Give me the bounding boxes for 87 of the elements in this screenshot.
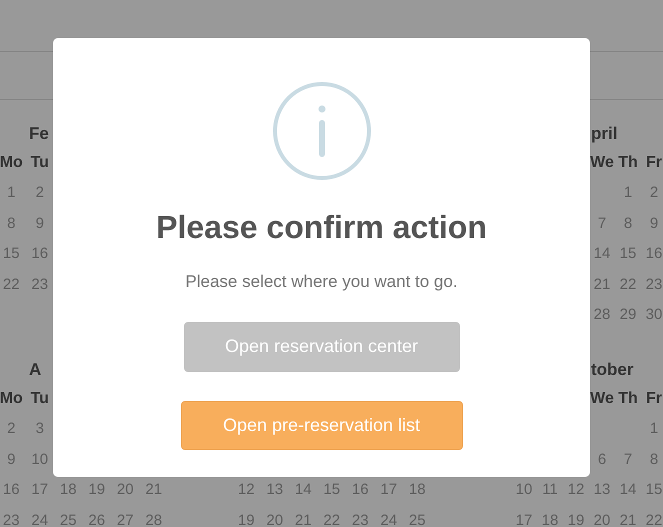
info-icon (272, 81, 372, 181)
day-number[interactable]: 20 (266, 510, 284, 527)
day-number[interactable]: 19 (238, 510, 255, 527)
day-number[interactable]: 21 (594, 274, 610, 296)
day-number[interactable]: 15 (2, 243, 20, 266)
day-number[interactable]: 21 (145, 479, 162, 502)
day-number[interactable]: 2 (36, 182, 44, 204)
day-number[interactable]: 3 (36, 418, 44, 440)
day-number[interactable]: 23 (646, 274, 662, 296)
weekday-label: Fr (646, 153, 662, 173)
weekday-label: We (590, 389, 614, 409)
day-number[interactable]: 19 (88, 479, 106, 502)
day-number[interactable]: 2 (7, 418, 16, 440)
day-number[interactable]: 28 (145, 510, 162, 527)
day-number[interactable]: 1 (650, 418, 658, 440)
day-number[interactable]: 12 (238, 479, 255, 502)
weekday-label: Mo (0, 153, 23, 173)
day-number[interactable]: 24 (31, 510, 48, 527)
dialog-title: Please confirm action (156, 208, 487, 247)
day-number[interactable]: 1 (7, 182, 16, 204)
day-number[interactable]: 17 (516, 510, 532, 527)
day-number[interactable]: 27 (116, 510, 134, 527)
day-number[interactable]: 18 (60, 479, 77, 502)
day-number[interactable]: 30 (646, 304, 662, 326)
day-number[interactable]: 18 (408, 479, 426, 502)
pre-reservation-button[interactable]: Open pre-reservation list (180, 400, 462, 450)
day-number[interactable]: 21 (294, 510, 312, 527)
day-number[interactable]: 17 (31, 479, 48, 502)
day-number[interactable]: 17 (380, 479, 398, 502)
day-number[interactable]: 9 (650, 212, 658, 235)
day-number[interactable]: 1 (624, 182, 632, 204)
day-number[interactable]: 16 (646, 243, 662, 266)
day-number[interactable]: 19 (568, 510, 584, 527)
day-number[interactable]: 2 (650, 182, 658, 204)
day-number[interactable]: 15 (323, 479, 340, 502)
day-number[interactable]: 14 (594, 243, 610, 266)
day-number[interactable]: 18 (542, 510, 558, 527)
weekday-label: Fr (646, 389, 662, 409)
day-number[interactable]: 20 (116, 479, 134, 502)
month-title: Fe (29, 123, 49, 146)
day-number[interactable]: 23 (352, 510, 369, 527)
day-number[interactable]: 6 (598, 448, 606, 471)
day-number[interactable]: 16 (2, 479, 20, 502)
day-number[interactable]: 15 (620, 243, 636, 266)
day-number[interactable]: 12 (568, 479, 584, 502)
day-number[interactable]: 10 (516, 479, 532, 502)
day-number[interactable]: 8 (650, 448, 658, 471)
day-number[interactable]: 8 (624, 212, 632, 235)
day-number[interactable]: 9 (7, 448, 16, 471)
day-number[interactable]: 20 (594, 510, 610, 527)
reservation-center-button[interactable]: Open reservation center (184, 322, 460, 372)
weekday-label: Th (618, 153, 638, 173)
dialog-message: Please select where you want to go. (185, 271, 458, 293)
weekday-label: Tu (30, 153, 49, 173)
month-title: tober (591, 359, 634, 382)
day-number[interactable]: 13 (594, 479, 610, 502)
day-number[interactable]: 21 (620, 510, 636, 527)
day-number[interactable]: 22 (646, 510, 662, 527)
day-number[interactable]: 14 (620, 479, 636, 502)
day-number[interactable]: 25 (408, 510, 426, 527)
weekday-label: Th (618, 389, 638, 409)
day-number[interactable]: 24 (380, 510, 398, 527)
weekday-label: Mo (0, 389, 23, 409)
day-number[interactable]: 7 (624, 448, 632, 471)
month-title: pril (591, 123, 618, 146)
day-number[interactable]: 28 (594, 304, 610, 326)
day-number[interactable]: 16 (352, 479, 369, 502)
day-number[interactable]: 29 (620, 304, 636, 326)
day-number[interactable]: 23 (31, 274, 48, 296)
weekday-label: Tu (30, 389, 49, 409)
day-number[interactable]: 23 (2, 510, 20, 527)
day-number[interactable]: 22 (620, 274, 636, 296)
day-number[interactable]: 14 (294, 479, 312, 502)
day-number[interactable]: 16 (31, 243, 48, 266)
day-number[interactable]: 7 (598, 212, 606, 235)
day-number[interactable]: 22 (2, 274, 20, 296)
day-number[interactable]: 11 (542, 479, 558, 502)
day-number[interactable]: 15 (646, 479, 662, 502)
day-number[interactable]: 9 (36, 212, 44, 235)
day-number[interactable]: 8 (7, 212, 16, 235)
month-title: A (29, 359, 42, 382)
day-number[interactable]: 26 (88, 510, 106, 527)
day-number[interactable]: 25 (60, 510, 77, 527)
weekday-label: We (590, 153, 614, 173)
day-number[interactable]: 10 (31, 448, 48, 471)
day-number[interactable]: 13 (266, 479, 284, 502)
day-number[interactable]: 22 (323, 510, 340, 527)
